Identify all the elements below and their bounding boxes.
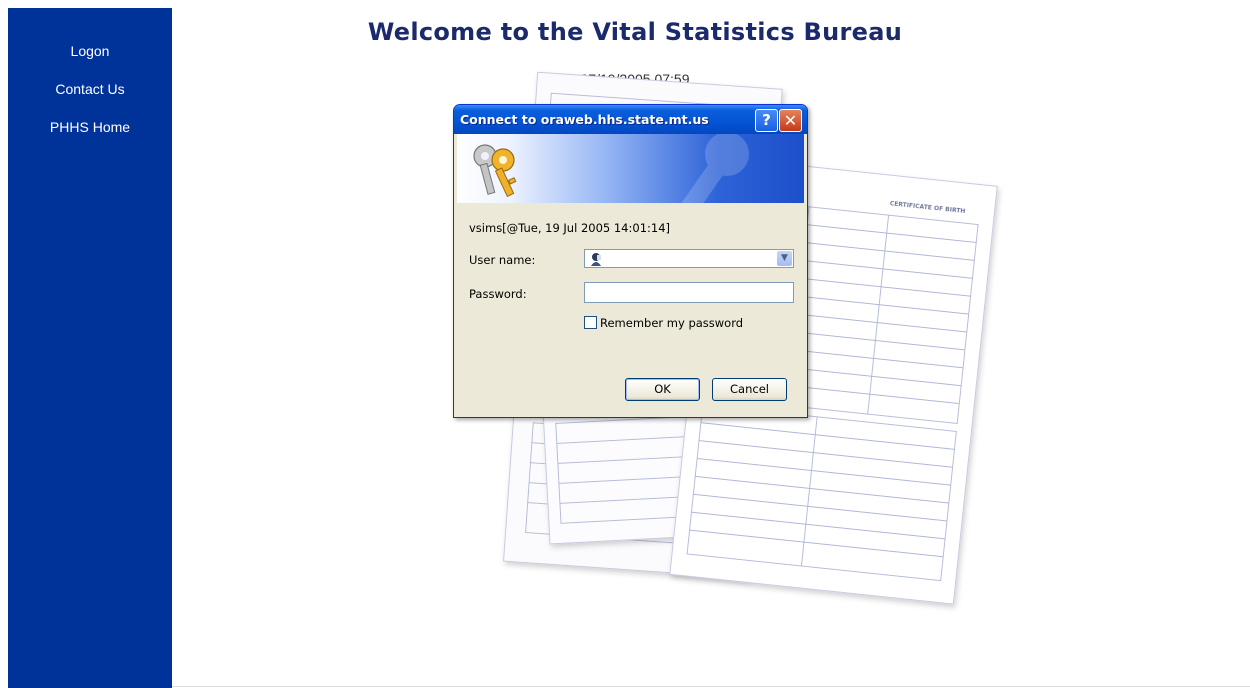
- dialog-title: Connect to oraweb.hhs.state.mt.us: [460, 112, 709, 127]
- remember-password-checkbox[interactable]: [584, 316, 597, 329]
- connect-dialog: Connect to oraweb.hhs.state.mt.us ? ✕ vs…: [453, 104, 808, 418]
- remember-password-label[interactable]: Remember my password: [600, 316, 743, 330]
- footer-divider: [172, 686, 1250, 687]
- cancel-button[interactable]: Cancel: [712, 378, 787, 401]
- dialog-banner: [457, 134, 804, 203]
- keys-icon: [473, 134, 749, 203]
- close-button[interactable]: ✕: [779, 109, 802, 132]
- password-label: Password:: [469, 287, 527, 301]
- help-button[interactable]: ?: [755, 109, 778, 132]
- username-combobox[interactable]: ▼: [584, 249, 794, 268]
- password-field[interactable]: [584, 282, 794, 303]
- chevron-down-icon[interactable]: ▼: [777, 251, 792, 266]
- username-label: User name:: [469, 253, 536, 267]
- dialog-body: vsims[@Tue, 19 Jul 2005 14:01:14] User n…: [457, 203, 804, 414]
- user-icon: [591, 253, 601, 266]
- dialog-titlebar[interactable]: Connect to oraweb.hhs.state.mt.us ? ✕: [454, 105, 807, 134]
- ok-button[interactable]: OK: [625, 378, 700, 401]
- realm-text: vsims[@Tue, 19 Jul 2005 14:01:14]: [469, 221, 671, 235]
